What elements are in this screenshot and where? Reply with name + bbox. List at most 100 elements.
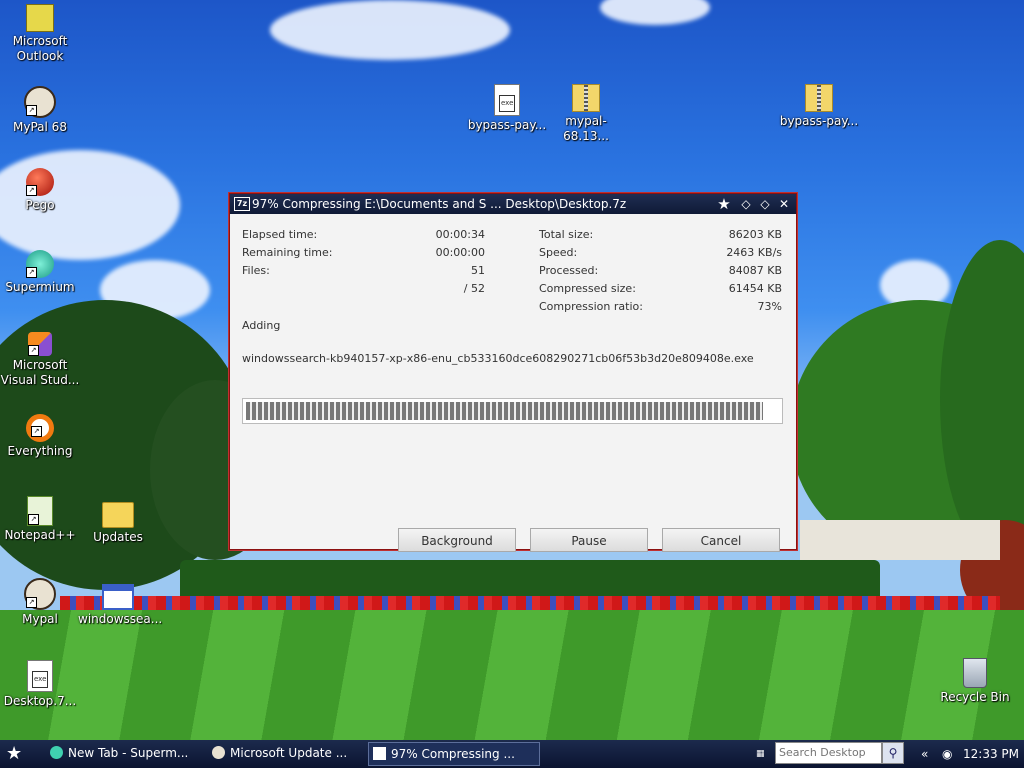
desktop-icon-label: MyPal 68 bbox=[13, 120, 67, 134]
desktop-icon-mypal68[interactable]: ↗ MyPal 68 bbox=[0, 86, 80, 135]
current-file-name: windowssearch-kb940157-xp-x86-enu_cb5331… bbox=[242, 352, 754, 365]
processed-label: Processed: bbox=[539, 264, 599, 277]
pause-button[interactable]: Pause bbox=[530, 528, 648, 552]
desktop-icon-label: Desktop.7... bbox=[3, 694, 77, 708]
compressed-size-label: Compressed size: bbox=[539, 282, 636, 295]
cloud bbox=[600, 0, 710, 25]
lawn bbox=[0, 610, 1024, 740]
shortcut-arrow-icon: ↗ bbox=[26, 185, 37, 196]
desktop-icon-label: Microsoft Visual Stud... bbox=[0, 358, 80, 387]
progress-bar bbox=[242, 398, 783, 424]
desktop-search-input[interactable] bbox=[776, 743, 880, 761]
notepadpp-icon: ↗ bbox=[27, 496, 53, 526]
executable-file-icon bbox=[494, 84, 520, 116]
desktop-icon-label: windowssea... bbox=[78, 612, 163, 626]
compressed-size-value: 61454 KB bbox=[728, 282, 782, 295]
desktop-icon-label: Updates bbox=[93, 530, 143, 544]
mypal-icon: ↗ bbox=[24, 86, 56, 118]
desktop-icon-everything[interactable]: ↗ Everything bbox=[0, 414, 80, 459]
zip-folder-icon bbox=[572, 84, 600, 112]
taskbar-item-new-tab[interactable]: New Tab - Superm... bbox=[46, 742, 218, 764]
speed-value: 2463 KB/s bbox=[726, 246, 782, 259]
pin-star-icon[interactable]: ★ bbox=[716, 196, 732, 212]
background-button[interactable]: Background bbox=[398, 528, 516, 552]
desktop-icon-bypass-pay-zip[interactable]: bypass-pay... bbox=[779, 84, 859, 129]
zip-folder-icon bbox=[805, 84, 833, 112]
start-star-icon[interactable]: ★ bbox=[6, 744, 28, 764]
desktop-icon-recycle-bin[interactable]: Recycle Bin bbox=[935, 658, 1015, 705]
files-value: 51 bbox=[471, 264, 485, 277]
pego-icon: ↗ bbox=[26, 168, 54, 196]
desktop-icon-notepadpp[interactable]: ↗ Notepad++ bbox=[0, 496, 80, 543]
desktop-icon-mypal[interactable]: ↗ Mypal bbox=[0, 578, 80, 627]
taskbar-item-microsoft-update[interactable]: Microsoft Update ... bbox=[208, 742, 380, 764]
total-size-label: Total size: bbox=[539, 228, 594, 241]
desktop-icon-label: Mypal bbox=[22, 612, 58, 626]
operation-status: Adding bbox=[242, 319, 281, 332]
elapsed-time-label: Elapsed time: bbox=[242, 228, 318, 241]
maximize-icon[interactable]: ◇ bbox=[757, 196, 773, 212]
network-icon[interactable]: ◉ bbox=[942, 744, 952, 764]
remaining-time-label: Remaining time: bbox=[242, 246, 333, 259]
dialog-title: 97% Compressing E:\Documents and S ... D… bbox=[252, 197, 627, 211]
clock[interactable]: 12:33 PM bbox=[963, 744, 1019, 764]
folder-icon bbox=[102, 502, 134, 528]
desktop-icon-label: mypal-68.13... bbox=[563, 114, 609, 143]
cloud bbox=[270, 0, 510, 60]
everything-search-icon: ↗ bbox=[26, 414, 54, 442]
dialog-body: Elapsed time: 00:00:34 Remaining time: 0… bbox=[230, 215, 796, 552]
tray-expand-arrow[interactable]: « bbox=[921, 744, 928, 764]
shortcut-arrow-icon: ↗ bbox=[31, 426, 42, 437]
minimize-icon[interactable]: ◇ bbox=[738, 196, 754, 212]
shortcut-arrow-icon: ↗ bbox=[28, 345, 39, 356]
desktop-icon-pego[interactable]: ↗ Pego bbox=[0, 168, 80, 213]
7zip-icon bbox=[373, 747, 386, 760]
cancel-button[interactable]: Cancel bbox=[662, 528, 780, 552]
desktop-icon-desktop7z[interactable]: Desktop.7... bbox=[0, 660, 80, 709]
desktop-icon-visual-studio[interactable]: ↗ Microsoft Visual Stud... bbox=[0, 332, 80, 388]
keyboard-icon[interactable]: ▦ bbox=[756, 744, 765, 764]
taskbar-item-label: 97% Compressing ... bbox=[391, 747, 515, 761]
files-label: Files: bbox=[242, 264, 270, 277]
desktop-icon-label: bypass-pay... bbox=[779, 114, 859, 128]
compression-ratio-label: Compression ratio: bbox=[539, 300, 643, 313]
desktop-icon-updates[interactable]: Updates bbox=[78, 496, 158, 545]
desktop-icon-label: Notepad++ bbox=[4, 528, 76, 542]
desktop-icon-windowssearch[interactable]: windowssea... bbox=[78, 578, 162, 627]
building bbox=[800, 520, 1000, 560]
desktop-icon-mypal-zip[interactable]: mypal-68.13... bbox=[546, 84, 626, 144]
taskbar: ★ New Tab - Superm... Microsoft Update .… bbox=[0, 740, 1024, 768]
7zip-icon: 7z bbox=[234, 197, 250, 211]
flower-bed bbox=[60, 596, 1000, 610]
progress-bar-fill bbox=[246, 402, 763, 420]
elapsed-time-value: 00:00:34 bbox=[435, 228, 485, 241]
compression-ratio-value: 73% bbox=[757, 300, 782, 313]
processed-value: 84087 KB bbox=[728, 264, 782, 277]
archive-file-icon bbox=[27, 660, 53, 692]
desktop-icon-supermium[interactable]: ↗ Supermium bbox=[0, 250, 80, 295]
desktop-icon-outlook[interactable]: Microsoft Outlook bbox=[0, 4, 80, 64]
taskbar-item-compressing[interactable]: 97% Compressing ... bbox=[368, 742, 540, 766]
desktop-icon-label: Pego bbox=[25, 198, 55, 212]
supermium-icon: ↗ bbox=[26, 250, 54, 278]
close-icon[interactable]: ✕ bbox=[776, 196, 792, 212]
taskbar-item-label: Microsoft Update ... bbox=[230, 746, 348, 760]
remaining-time-value: 00:00:00 bbox=[435, 246, 485, 259]
files-total-value: / 52 bbox=[463, 282, 485, 295]
shortcut-arrow-icon: ↗ bbox=[26, 597, 37, 608]
desktop-icon-label: bypass-pay... bbox=[467, 118, 547, 132]
desktop-search-box[interactable] bbox=[775, 742, 882, 764]
mypal-icon: ↗ bbox=[24, 578, 56, 610]
desktop-icon-label: Everything bbox=[7, 444, 73, 458]
search-icon[interactable]: ⚲ bbox=[882, 742, 904, 764]
desktop-icon-bypass-pay-exe[interactable]: bypass-pay... bbox=[467, 84, 547, 133]
desktop-icon-label: Microsoft Outlook bbox=[12, 34, 68, 63]
outlook-icon bbox=[26, 4, 54, 32]
shortcut-arrow-icon: ↗ bbox=[26, 105, 37, 116]
mypal-icon bbox=[212, 746, 225, 759]
supermium-icon bbox=[50, 746, 63, 759]
speed-label: Speed: bbox=[539, 246, 578, 259]
compress-progress-dialog: 7z 97% Compressing E:\Documents and S ..… bbox=[229, 193, 797, 552]
dialog-titlebar[interactable]: 7z 97% Compressing E:\Documents and S ..… bbox=[230, 194, 796, 214]
total-size-value: 86203 KB bbox=[728, 228, 782, 241]
